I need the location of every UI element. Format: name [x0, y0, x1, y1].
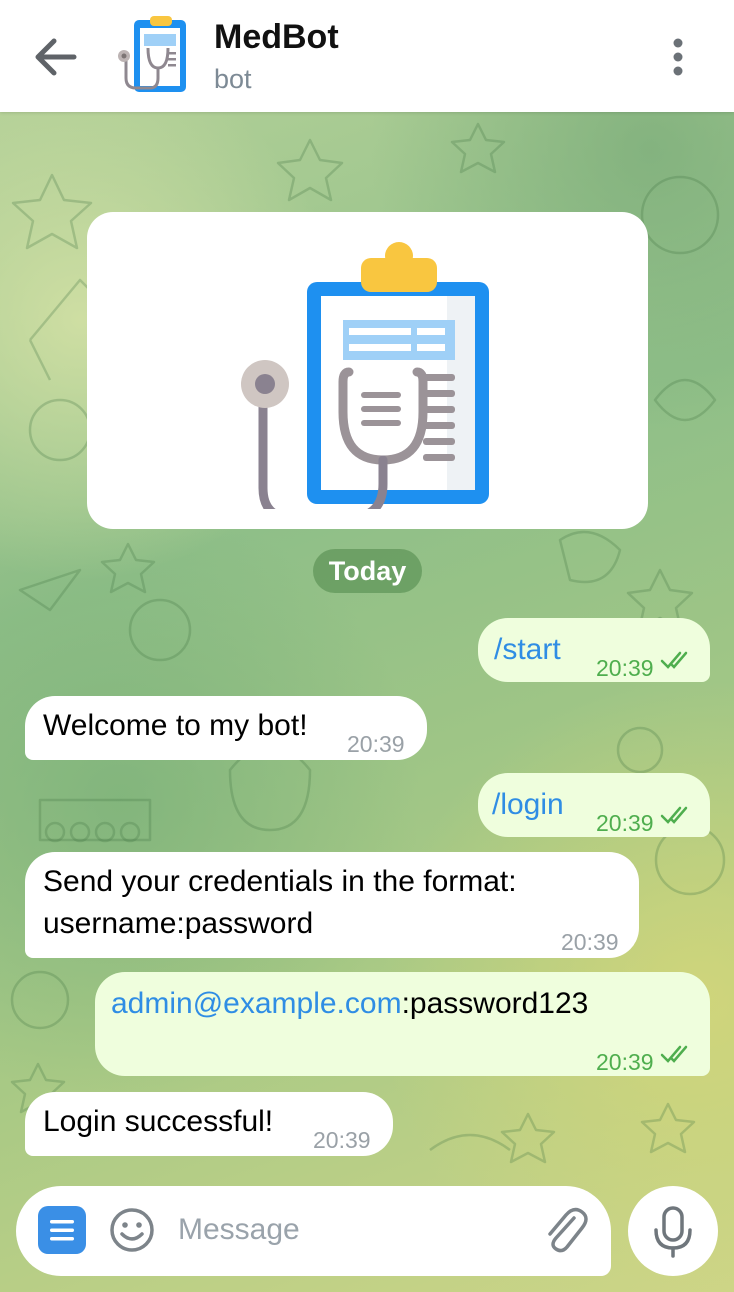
message-bubble-incoming[interactable]: Login successful! 20:39: [25, 1092, 393, 1156]
message-text: Welcome to my bot!: [43, 709, 308, 742]
message-time: 20:39: [596, 1049, 654, 1075]
message-time: 20:39: [596, 655, 654, 681]
message-bubble-incoming[interactable]: Welcome to my bot! 20:39: [25, 696, 427, 760]
emoji-icon[interactable]: [108, 1206, 156, 1254]
microphone-icon: [654, 1206, 692, 1258]
message-text: Login successful!: [43, 1105, 274, 1138]
message-time: 20:39: [596, 810, 654, 836]
back-arrow-icon[interactable]: [24, 28, 86, 86]
double-check-icon: [660, 651, 688, 669]
message-bubble-outgoing[interactable]: /login 20:39: [478, 773, 710, 837]
bot-menu-icon: [50, 1220, 74, 1241]
message-bubble-incoming[interactable]: Send your credentials in the format: use…: [25, 852, 639, 958]
voice-message-button[interactable]: [628, 1186, 718, 1276]
paperclip-icon[interactable]: [540, 1204, 590, 1256]
message-time: 20:39: [313, 1127, 371, 1153]
chat-header: MedBot bot: [0, 0, 734, 112]
message-time: 20:39: [347, 731, 405, 757]
message-text[interactable]: /start: [494, 630, 561, 670]
message-bubble-outgoing[interactable]: admin@example.com:password123 20:39: [95, 972, 710, 1076]
chat-title[interactable]: MedBot: [214, 18, 339, 57]
email-link[interactable]: admin@example.com: [111, 987, 402, 1020]
date-separator: Today: [313, 549, 422, 593]
double-check-icon: [660, 1045, 688, 1063]
more-vertical-icon[interactable]: [660, 34, 696, 80]
clipboard-stethoscope-icon: [241, 242, 489, 509]
message-text-line: username:password: [43, 907, 314, 940]
message-bubble-outgoing[interactable]: /start 20:39: [478, 618, 710, 682]
chat-subtitle: bot: [214, 64, 252, 94]
double-check-icon: [660, 806, 688, 824]
medbot-avatar-icon[interactable]: [112, 12, 192, 98]
bot-intro-card: [87, 212, 648, 529]
message-text-line: Send your credentials in the format:: [43, 865, 517, 898]
bot-menu-button[interactable]: [38, 1206, 86, 1254]
message-text[interactable]: /login: [492, 785, 564, 825]
message-text: :password123: [401, 987, 589, 1020]
message-input[interactable]: [178, 1206, 518, 1254]
message-time: 20:39: [561, 929, 619, 955]
